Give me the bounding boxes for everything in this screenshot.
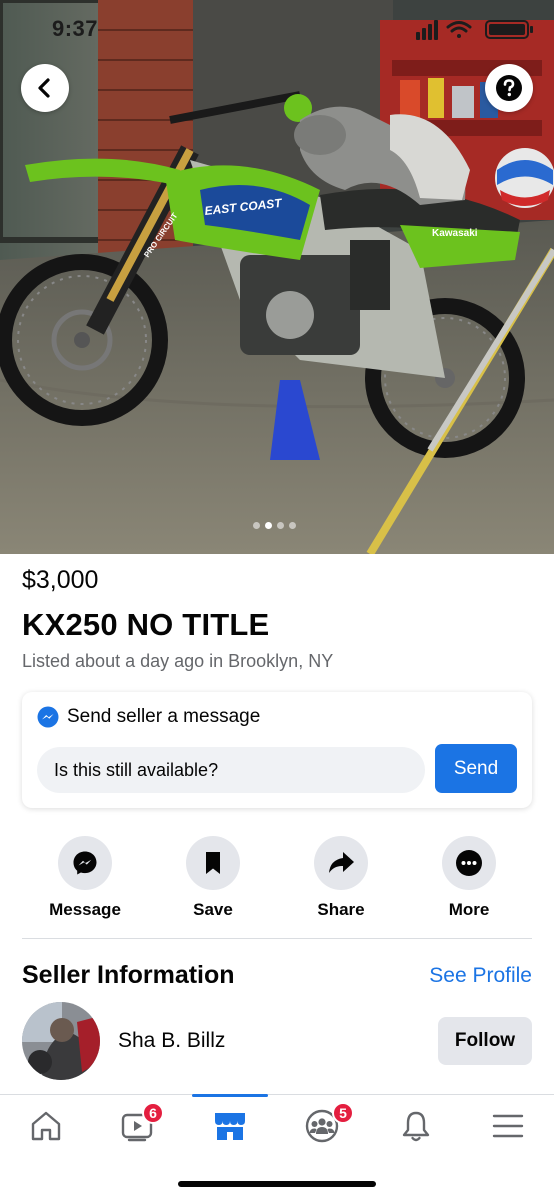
seller-name[interactable]: Sha B. Billz bbox=[118, 1029, 225, 1053]
send-button[interactable]: Send bbox=[435, 744, 517, 793]
pagination-dot-active bbox=[265, 522, 272, 529]
home-icon bbox=[31, 1111, 61, 1141]
save-action-label: Save bbox=[193, 900, 233, 919]
dirt-bike-photo: EAST COAST Kawasaki PRO CIRCUIT bbox=[0, 0, 554, 554]
message-action-circle bbox=[58, 836, 112, 890]
nav-home[interactable] bbox=[0, 1095, 92, 1157]
message-action-label: Message bbox=[49, 900, 121, 919]
pagination-dot bbox=[289, 522, 296, 529]
follow-button[interactable]: Follow bbox=[438, 1017, 532, 1065]
see-profile-link[interactable]: See Profile bbox=[429, 964, 532, 988]
pagination-dot bbox=[277, 522, 284, 529]
cellular-signal-icon bbox=[416, 20, 438, 40]
avatar-photo bbox=[22, 1002, 100, 1080]
seller-avatar[interactable] bbox=[22, 1002, 100, 1080]
listing-actions: Message Save Share More bbox=[0, 836, 554, 920]
share-action-circle bbox=[314, 836, 368, 890]
status-icons bbox=[416, 20, 533, 40]
home-indicator bbox=[178, 1181, 376, 1187]
nav-groups[interactable]: 5 bbox=[276, 1095, 368, 1157]
bookmark-icon bbox=[206, 852, 220, 874]
groups-notification-badge: 5 bbox=[332, 1102, 354, 1124]
messenger-icon bbox=[73, 851, 97, 875]
listing-title: KX250 NO TITLE bbox=[22, 607, 270, 642]
nav-marketplace[interactable] bbox=[184, 1094, 276, 1157]
seller-info-heading: Seller Information bbox=[22, 961, 235, 989]
watch-notification-badge: 6 bbox=[142, 1102, 164, 1124]
more-action-circle bbox=[442, 836, 496, 890]
message-input[interactable] bbox=[37, 747, 425, 793]
nav-watch[interactable]: 6 bbox=[92, 1095, 184, 1157]
listing-photo[interactable]: EAST COAST Kawasaki PRO CIRCUIT 9:37 bbox=[0, 0, 554, 554]
battery-icon bbox=[485, 20, 533, 39]
photo-text-kawasaki: Kawasaki bbox=[432, 228, 478, 239]
status-time: 9:37 bbox=[52, 16, 99, 41]
nav-notifications[interactable] bbox=[370, 1095, 462, 1157]
listing-price: $3,000 bbox=[22, 566, 99, 594]
share-arrow-icon bbox=[329, 852, 354, 873]
section-divider bbox=[22, 938, 532, 939]
bell-icon bbox=[402, 1111, 430, 1142]
help-button[interactable] bbox=[485, 64, 533, 112]
marketplace-store-icon bbox=[215, 1113, 245, 1140]
chevron-left-icon bbox=[38, 78, 50, 98]
back-button[interactable] bbox=[21, 64, 69, 112]
save-action-circle bbox=[186, 836, 240, 890]
more-action-button[interactable]: More bbox=[409, 836, 529, 920]
send-message-card: Send seller a message Send bbox=[22, 692, 532, 808]
share-action-label: Share bbox=[317, 900, 365, 919]
question-icon bbox=[496, 75, 522, 101]
listing-meta: Listed about a day ago in Brooklyn, NY bbox=[22, 651, 334, 671]
hamburger-menu-icon bbox=[492, 1114, 524, 1138]
status-bar: 9:37 bbox=[0, 0, 554, 56]
share-action-button[interactable]: Share bbox=[281, 836, 401, 920]
message-card-header: Send seller a message bbox=[37, 706, 260, 728]
more-action-label: More bbox=[448, 900, 490, 919]
more-dots-icon bbox=[456, 850, 482, 876]
pagination-dot bbox=[253, 522, 260, 529]
save-action-button[interactable]: Save bbox=[153, 836, 273, 920]
photo-pagination-dots bbox=[253, 522, 296, 529]
wifi-icon bbox=[446, 21, 472, 38]
nav-menu[interactable] bbox=[462, 1095, 554, 1157]
message-card-heading: Send seller a message bbox=[67, 706, 261, 727]
messenger-icon bbox=[37, 706, 59, 728]
message-action-button[interactable]: Message bbox=[25, 836, 145, 920]
